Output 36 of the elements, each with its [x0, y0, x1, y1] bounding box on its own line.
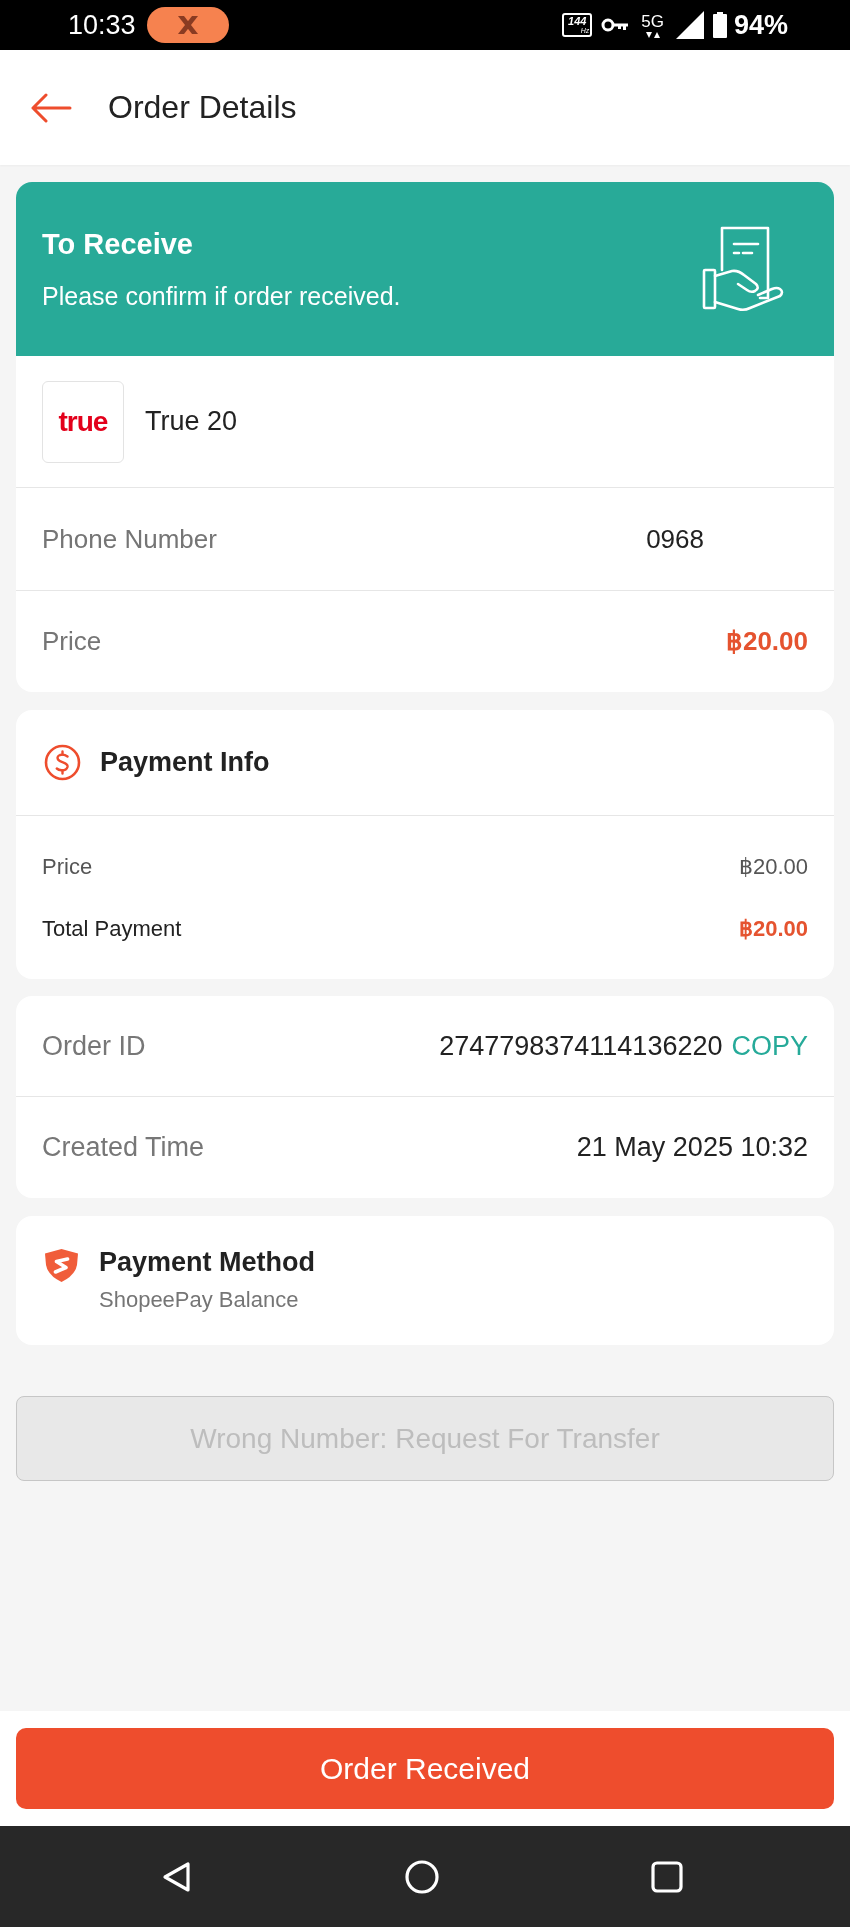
detail-label: Price: [42, 626, 102, 657]
battery-icon: [712, 12, 727, 38]
page-title: Order Details: [108, 89, 297, 126]
status-title: To Receive: [42, 227, 193, 261]
payment-amount: ฿20.00: [738, 916, 808, 942]
signal-icon: [675, 11, 704, 39]
recents-square-icon[interactable]: [650, 1859, 684, 1894]
payment-label: Price: [42, 854, 93, 880]
data-arrows-icon: [645, 31, 660, 38]
payment-amount: ฿20.00: [738, 854, 808, 880]
status-message: Please confirm if order received.: [42, 281, 401, 311]
meta-value: 2747798374114136220: [439, 1030, 723, 1062]
home-circle-icon[interactable]: [405, 1859, 439, 1894]
key-icon: [601, 17, 630, 33]
detail-value: 0968: [646, 523, 704, 555]
meta-label: Created Time: [42, 1132, 205, 1163]
product-name: True 20: [145, 406, 238, 437]
copy-link[interactable]: COPY: [731, 1030, 808, 1062]
section-title: Payment Method: [99, 1246, 316, 1278]
detail-value: ฿20.00: [725, 626, 808, 657]
back-arrow-icon[interactable]: [30, 92, 72, 123]
receipt-in-hand-icon: [702, 226, 784, 312]
meta-value: 21 May 2025 10:32: [576, 1132, 808, 1163]
payment-label: Total Payment: [42, 916, 182, 942]
battery-percent: 94%: [733, 9, 788, 41]
refresh-rate-value: 144: [568, 16, 587, 27]
section-title: Payment Info: [100, 747, 270, 778]
status-time: 10:33: [68, 9, 136, 41]
meta-label: Order ID: [42, 1030, 146, 1062]
payment-method-name: ShopeePay Balance: [99, 1286, 299, 1314]
network-type: 5G: [641, 12, 664, 31]
dollar-circle-icon: [44, 744, 81, 781]
detail-label: Phone Number: [42, 523, 217, 555]
carrier-logo: true: [42, 380, 124, 463]
shield-icon: [43, 1248, 80, 1283]
order-received-button[interactable]: Order Received: [16, 1728, 834, 1809]
